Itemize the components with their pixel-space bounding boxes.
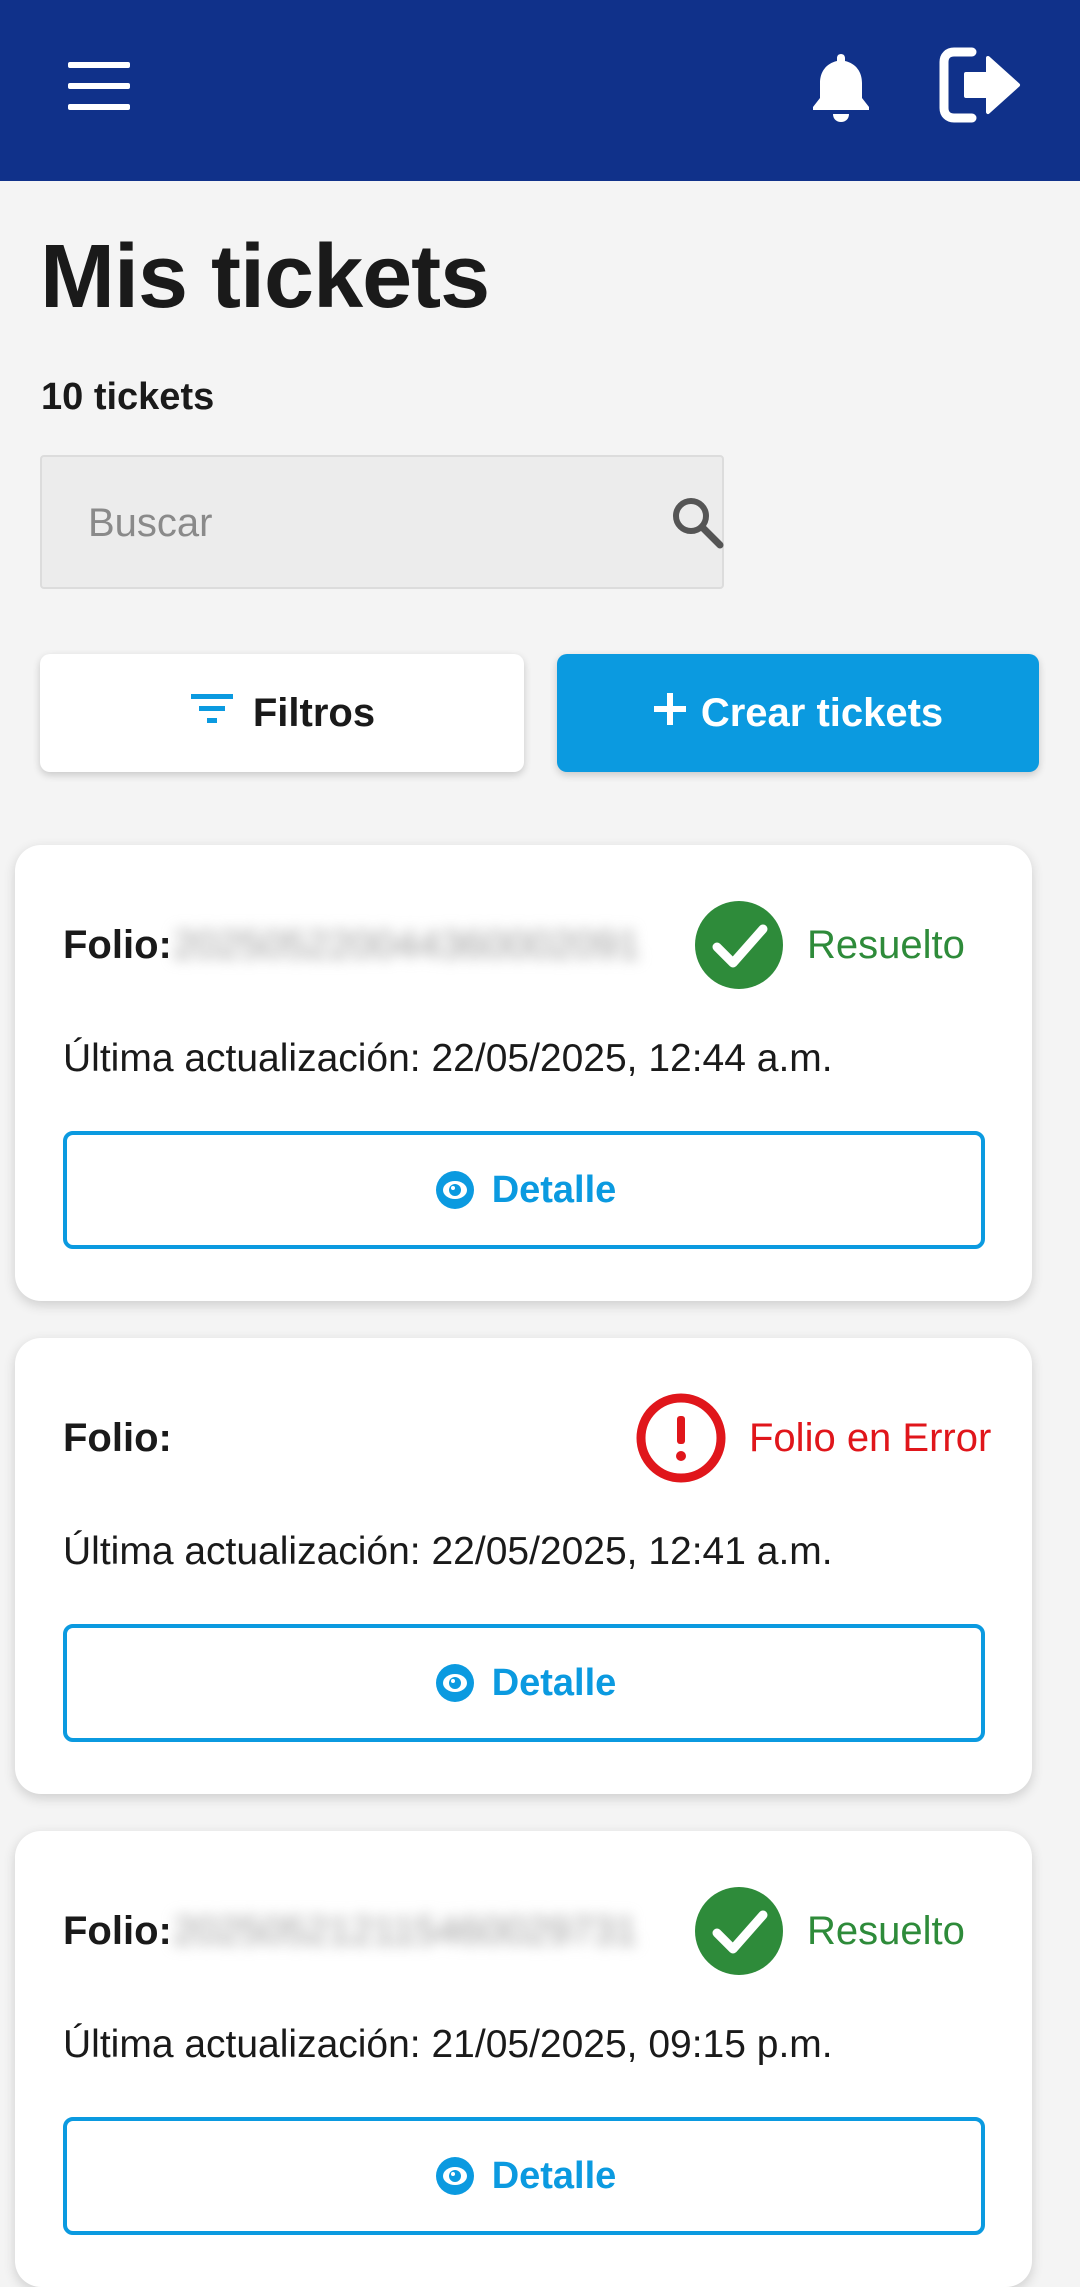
eye-icon: [435, 2157, 474, 2195]
status-badge: Folio en Error: [635, 1390, 991, 1486]
folio-label: Folio:: [63, 923, 172, 967]
detail-button[interactable]: Detalle: [63, 2117, 985, 2235]
detail-label: Detalle: [491, 1168, 617, 1211]
detail-label: Detalle: [491, 1661, 617, 1704]
page-title: Mis tickets: [40, 227, 490, 327]
app-header: [0, 0, 1080, 181]
status-badge: Resuelto: [693, 1883, 965, 1979]
folio-value: 202505220044360002091: [173, 923, 641, 967]
last-updated: Última actualización: 22/05/2025, 12:44 …: [63, 1037, 833, 1080]
detail-button[interactable]: Detalle: [63, 1624, 985, 1742]
folio-label: Folio:: [63, 1416, 172, 1460]
hamburger-menu-icon[interactable]: [68, 62, 130, 110]
detail-label: Detalle: [491, 2154, 617, 2197]
status-label: Folio en Error: [749, 1415, 992, 1460]
status-label: Resuelto: [807, 1908, 965, 1953]
filters-button[interactable]: Filtros: [40, 654, 524, 772]
eye-icon: [435, 1664, 474, 1702]
folio-value: 202505212115460029731: [173, 1909, 638, 1953]
filter-icon: [189, 690, 235, 736]
ticket-card: Folio: 202505212115460029731 Resuelto Úl…: [15, 1831, 1032, 2287]
error-circle-icon: [636, 1393, 726, 1483]
check-circle-icon: [695, 901, 783, 989]
plus-icon: [653, 691, 687, 736]
eye-icon: [435, 1171, 474, 1209]
bell-icon[interactable]: [810, 50, 872, 126]
search-icon[interactable]: [670, 495, 726, 551]
filters-label: Filtros: [252, 690, 376, 735]
ticket-count: 10 tickets: [41, 376, 215, 418]
last-updated: Última actualización: 22/05/2025, 12:41 …: [63, 1530, 833, 1573]
folio-label: Folio:: [63, 1909, 172, 1953]
folio-row: Folio: 202505212115460029731 Resuelto: [63, 1883, 1003, 1979]
detail-button[interactable]: Detalle: [63, 1131, 985, 1249]
create-tickets-button[interactable]: Crear tickets: [557, 654, 1039, 772]
ticket-card: Folio: Folio en Error Última actualizaci…: [15, 1338, 1032, 1794]
folio-row: Folio: 202505220044360002091 Resuelto: [63, 897, 1003, 993]
create-tickets-label: Crear tickets: [700, 690, 944, 735]
logout-icon[interactable]: [938, 44, 1024, 126]
folio-row: Folio: Folio en Error: [63, 1390, 1003, 1486]
check-circle-icon: [695, 1887, 783, 1975]
search-input[interactable]: [86, 457, 610, 589]
status-badge: Resuelto: [693, 897, 965, 993]
ticket-card: Folio: 202505220044360002091 Resuelto Úl…: [15, 845, 1032, 1301]
search-bar: [40, 455, 724, 589]
last-updated: Última actualización: 21/05/2025, 09:15 …: [63, 2023, 833, 2066]
status-label: Resuelto: [807, 922, 965, 967]
